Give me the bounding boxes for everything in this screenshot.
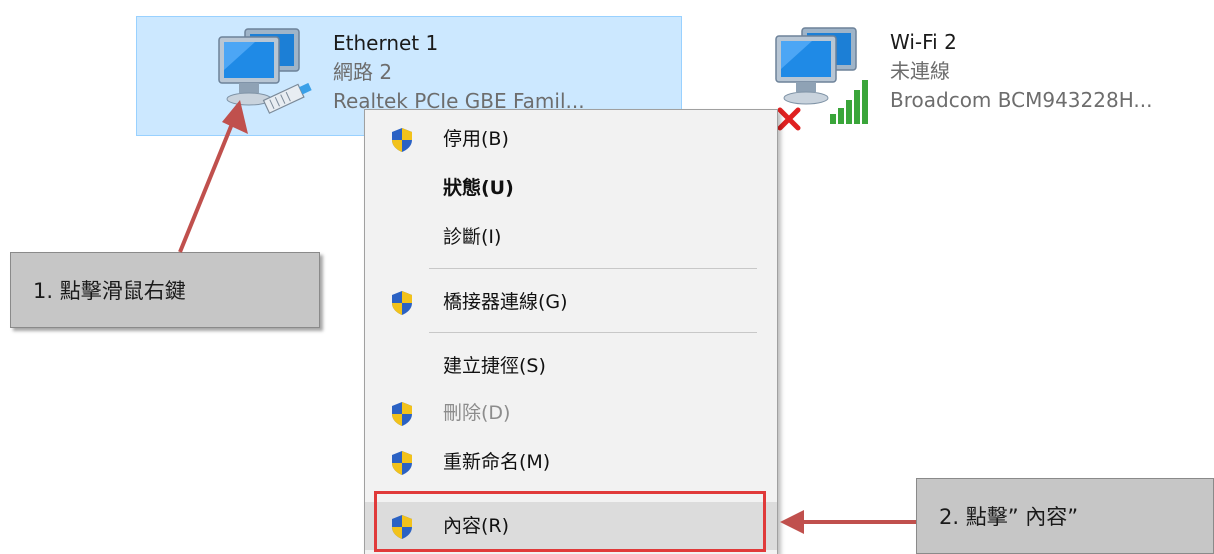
uac-shield-icon — [392, 515, 412, 539]
adapter-name: Ethernet 1 — [333, 31, 439, 55]
menu-item-rename[interactable]: 重新命名(M) — [365, 440, 777, 484]
menu-separator — [429, 332, 757, 333]
menu-item-label: 內容(R) — [443, 515, 510, 537]
menu-item-bridge-connections[interactable]: 橋接器連線(G) — [365, 280, 777, 324]
menu-item-label: 停用(B) — [443, 128, 509, 150]
menu-item-label: 刪除(D) — [443, 402, 511, 424]
annotation-step-2: 2. 點擊” 內容” — [916, 478, 1214, 554]
adapter-name: Wi-Fi 2 — [890, 30, 957, 54]
adapter-network: 未連線 — [890, 59, 950, 83]
menu-item-label: 狀態(U) — [443, 177, 514, 199]
menu-item-disable[interactable]: 停用(B) — [365, 117, 777, 161]
uac-shield-icon — [392, 451, 412, 475]
uac-shield-icon — [392, 402, 412, 426]
arrow-head-left — [780, 510, 804, 534]
menu-separator — [429, 492, 757, 493]
signal-bars-icon — [828, 78, 876, 126]
ethernet-network-icon — [215, 25, 315, 129]
adapter-wifi-2[interactable]: Wi-Fi 2 未連線 Broadcom BCM943228H... — [772, 16, 1214, 136]
disconnected-x-icon — [776, 106, 802, 132]
annotation-step-1: 1. 點擊滑鼠右鍵 — [10, 252, 320, 328]
menu-item-properties[interactable]: 內容(R) — [365, 502, 777, 550]
context-menu: 停用(B) 狀態(U) 診斷(I) 橋接器連線(G) 建立捷徑(S) 刪除(D)… — [364, 109, 778, 554]
menu-item-diagnose[interactable]: 診斷(I) — [365, 215, 777, 259]
uac-shield-icon — [392, 128, 412, 152]
adapter-text: Wi-Fi 2 未連線 Broadcom BCM943228H... — [890, 28, 1152, 115]
menu-item-delete[interactable]: 刪除(D) — [365, 391, 777, 435]
menu-separator — [429, 268, 757, 269]
uac-shield-icon — [392, 291, 412, 315]
adapter-text: Ethernet 1 網路 2 Realtek PCIe GBE Famil..… — [333, 29, 585, 116]
menu-item-label: 診斷(I) — [443, 226, 502, 248]
menu-item-label: 重新命名(M) — [443, 451, 551, 473]
network-connections-window: Ethernet 1 網路 2 Realtek PCIe GBE Famil..… — [0, 0, 1214, 554]
menu-item-label: 橋接器連線(G) — [443, 291, 568, 313]
annotation-text: 2. 點擊” 內容” — [939, 505, 1079, 529]
adapter-device: Broadcom BCM943228H... — [890, 88, 1153, 112]
annotation-text: 1. 點擊滑鼠右鍵 — [33, 279, 186, 303]
menu-item-label: 建立捷徑(S) — [443, 355, 546, 377]
menu-item-status[interactable]: 狀態(U) — [365, 166, 777, 210]
adapter-network: 網路 2 — [333, 60, 393, 84]
menu-item-create-shortcut[interactable]: 建立捷徑(S) — [365, 344, 777, 388]
